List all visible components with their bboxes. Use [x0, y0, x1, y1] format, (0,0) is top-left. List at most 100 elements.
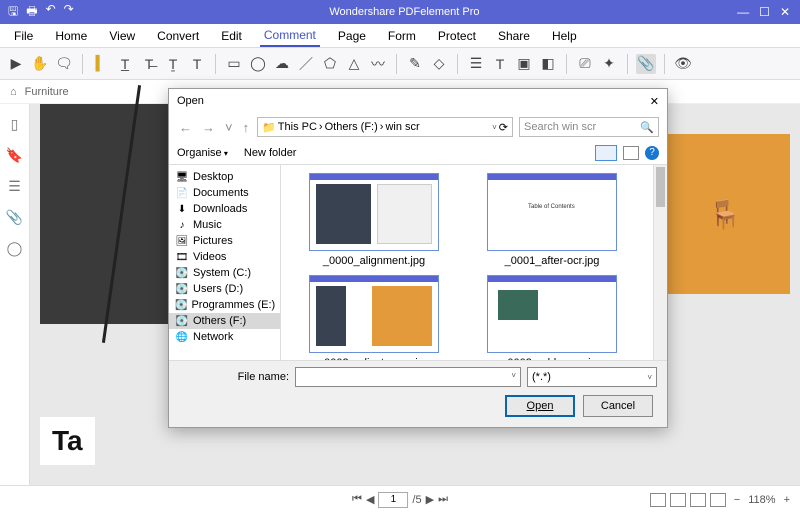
highlight-icon[interactable]: ▍ [91, 54, 111, 74]
minimize-icon[interactable]: ― [737, 5, 749, 19]
menu-protect[interactable]: Protect [434, 26, 480, 46]
attachments-panel-icon[interactable]: 📎 [6, 209, 23, 226]
menu-page[interactable]: Page [334, 26, 370, 46]
next-page-icon[interactable]: ▶ [426, 493, 434, 506]
refresh-icon[interactable]: ⟳ [499, 121, 508, 134]
filename-input[interactable]: ˅ [295, 367, 521, 387]
caret-icon[interactable]: Ṯ [163, 54, 183, 74]
new-folder-button[interactable]: New folder [244, 147, 297, 159]
callout-icon[interactable]: ▣ [514, 54, 534, 74]
eraser-icon[interactable]: ◇ [429, 54, 449, 74]
tree-item[interactable]: 📄Documents [169, 185, 280, 201]
area-highlight-icon[interactable]: ◧ [538, 54, 558, 74]
path-seg-folder[interactable]: win scr [385, 121, 419, 133]
underline-icon[interactable]: T̲ [115, 54, 135, 74]
menu-file[interactable]: File [10, 26, 37, 46]
menu-help[interactable]: Help [548, 26, 581, 46]
menu-form[interactable]: Form [384, 26, 420, 46]
path-dropdown-icon[interactable]: ˅ [492, 123, 497, 132]
organise-menu[interactable]: Organise [177, 147, 228, 159]
hand-tool-icon[interactable]: ✋ [30, 54, 50, 74]
open-button[interactable]: Open [505, 395, 575, 417]
view-mode-dropdown[interactable] [595, 145, 617, 161]
menu-view[interactable]: View [105, 26, 139, 46]
print-icon[interactable]: 🖶 [26, 2, 37, 23]
menu-home[interactable]: Home [51, 26, 91, 46]
maximize-icon[interactable]: ☐ [759, 5, 770, 19]
zoom-in-icon[interactable]: + [784, 494, 790, 506]
path-seg-drive[interactable]: Others (F:) [325, 121, 378, 133]
arrow-icon[interactable]: △ [344, 54, 364, 74]
nav-forward-icon[interactable]: → [200, 120, 217, 135]
menu-edit[interactable]: Edit [217, 26, 246, 46]
text-box-icon[interactable]: ☰ [466, 54, 486, 74]
typewriter-icon[interactable]: T [490, 54, 510, 74]
tree-item[interactable]: 💽Others (F:) [169, 313, 280, 329]
redo-icon[interactable]: ↷ [64, 2, 74, 23]
address-bar[interactable]: 📁 This PC › Others (F:) › win scr ˅ ⟳ [257, 117, 513, 137]
tree-item[interactable]: 🎞Videos [169, 249, 280, 265]
folder-tree[interactable]: 🖥Desktop📄Documents⬇Downloads♪Music🖼Pictu… [169, 165, 281, 360]
cancel-button[interactable]: Cancel [583, 395, 653, 417]
cloud-icon[interactable]: ☁ [272, 54, 292, 74]
hide-annotations-icon[interactable]: 👁 [673, 54, 693, 74]
tree-item[interactable]: 🖥Desktop [169, 169, 280, 185]
file-item[interactable]: Table of Contents_0001_after-ocr.jpg [467, 173, 637, 267]
comments-panel-icon[interactable]: ☰ [8, 178, 21, 195]
home-icon[interactable]: ⌂ [10, 86, 17, 98]
first-page-icon[interactable]: ⏮ [352, 493, 362, 506]
tree-item[interactable]: 💽Users (D:) [169, 281, 280, 297]
single-page-view-icon[interactable] [650, 493, 666, 507]
help-icon[interactable]: ? [645, 146, 659, 160]
file-item[interactable]: _0003_add-more.jpg [467, 275, 637, 360]
nav-back-icon[interactable]: ← [177, 120, 194, 135]
nav-recent-icon[interactable]: ˅ [223, 120, 235, 135]
tree-item[interactable]: ⬇Downloads [169, 201, 280, 217]
zoom-out-icon[interactable]: − [734, 494, 740, 506]
search-icon[interactable]: ◯ [7, 240, 23, 257]
continuous-view-icon[interactable] [670, 493, 686, 507]
pencil-icon[interactable]: ✎ [405, 54, 425, 74]
menu-convert[interactable]: Convert [153, 26, 203, 46]
preview-pane-icon[interactable] [623, 146, 639, 160]
path-seg-root[interactable]: This PC [278, 121, 317, 133]
two-page-continuous-icon[interactable] [710, 493, 726, 507]
oval-icon[interactable]: ◯ [248, 54, 268, 74]
close-icon[interactable]: ✕ [780, 5, 790, 19]
file-item[interactable]: _0002_adjust-pane.jpg [289, 275, 459, 360]
thumbnails-icon[interactable]: ▯ [11, 116, 19, 133]
nav-up-icon[interactable]: ↑ [241, 120, 252, 135]
custom-stamp-icon[interactable]: ✦ [599, 54, 619, 74]
bookmarks-icon[interactable]: 🔖 [6, 147, 23, 164]
stamp-icon[interactable]: ⎚ [575, 54, 595, 74]
squiggly-icon[interactable]: T [187, 54, 207, 74]
strikethrough-icon[interactable]: T̶ [139, 54, 159, 74]
undo-icon[interactable]: ↶ [46, 2, 56, 23]
prev-page-icon[interactable]: ◀ [366, 493, 374, 506]
polygon-icon[interactable]: ⬠ [320, 54, 340, 74]
scrollbar[interactable] [653, 165, 667, 360]
connected-lines-icon[interactable]: 〰 [368, 54, 388, 74]
file-type-filter[interactable]: (*.*) ˅ [527, 367, 657, 387]
document-tab[interactable]: Furniture [25, 86, 69, 98]
tree-item[interactable]: ♪Music [169, 217, 280, 233]
menu-share[interactable]: Share [494, 26, 534, 46]
rectangle-icon[interactable]: ▭ [224, 54, 244, 74]
note-icon[interactable]: 🗨 [54, 54, 74, 74]
tree-item[interactable]: 🌐Network [169, 329, 280, 345]
save-icon[interactable]: 🖫 [8, 2, 18, 23]
file-item[interactable]: _0000_alignment.jpg [289, 173, 459, 267]
menu-comment[interactable]: Comment [260, 25, 320, 47]
two-page-view-icon[interactable] [690, 493, 706, 507]
select-tool-icon[interactable]: ▶ [6, 54, 26, 74]
last-page-icon[interactable]: ⏭ [438, 493, 448, 506]
attachment-icon[interactable]: 📎 [636, 54, 656, 74]
dialog-close-icon[interactable]: ✕ [650, 95, 659, 108]
line-icon[interactable]: ／ [296, 54, 316, 74]
tree-item[interactable]: 💽System (C:) [169, 265, 280, 281]
tree-item[interactable]: 💽Programmes (E:) [169, 297, 280, 313]
tree-item[interactable]: 🖼Pictures [169, 233, 280, 249]
page-number-input[interactable] [378, 492, 408, 508]
file-list[interactable]: _0000_alignment.jpgTable of Contents_000… [281, 165, 653, 360]
search-input[interactable]: Search win scr 🔍 [519, 117, 659, 137]
